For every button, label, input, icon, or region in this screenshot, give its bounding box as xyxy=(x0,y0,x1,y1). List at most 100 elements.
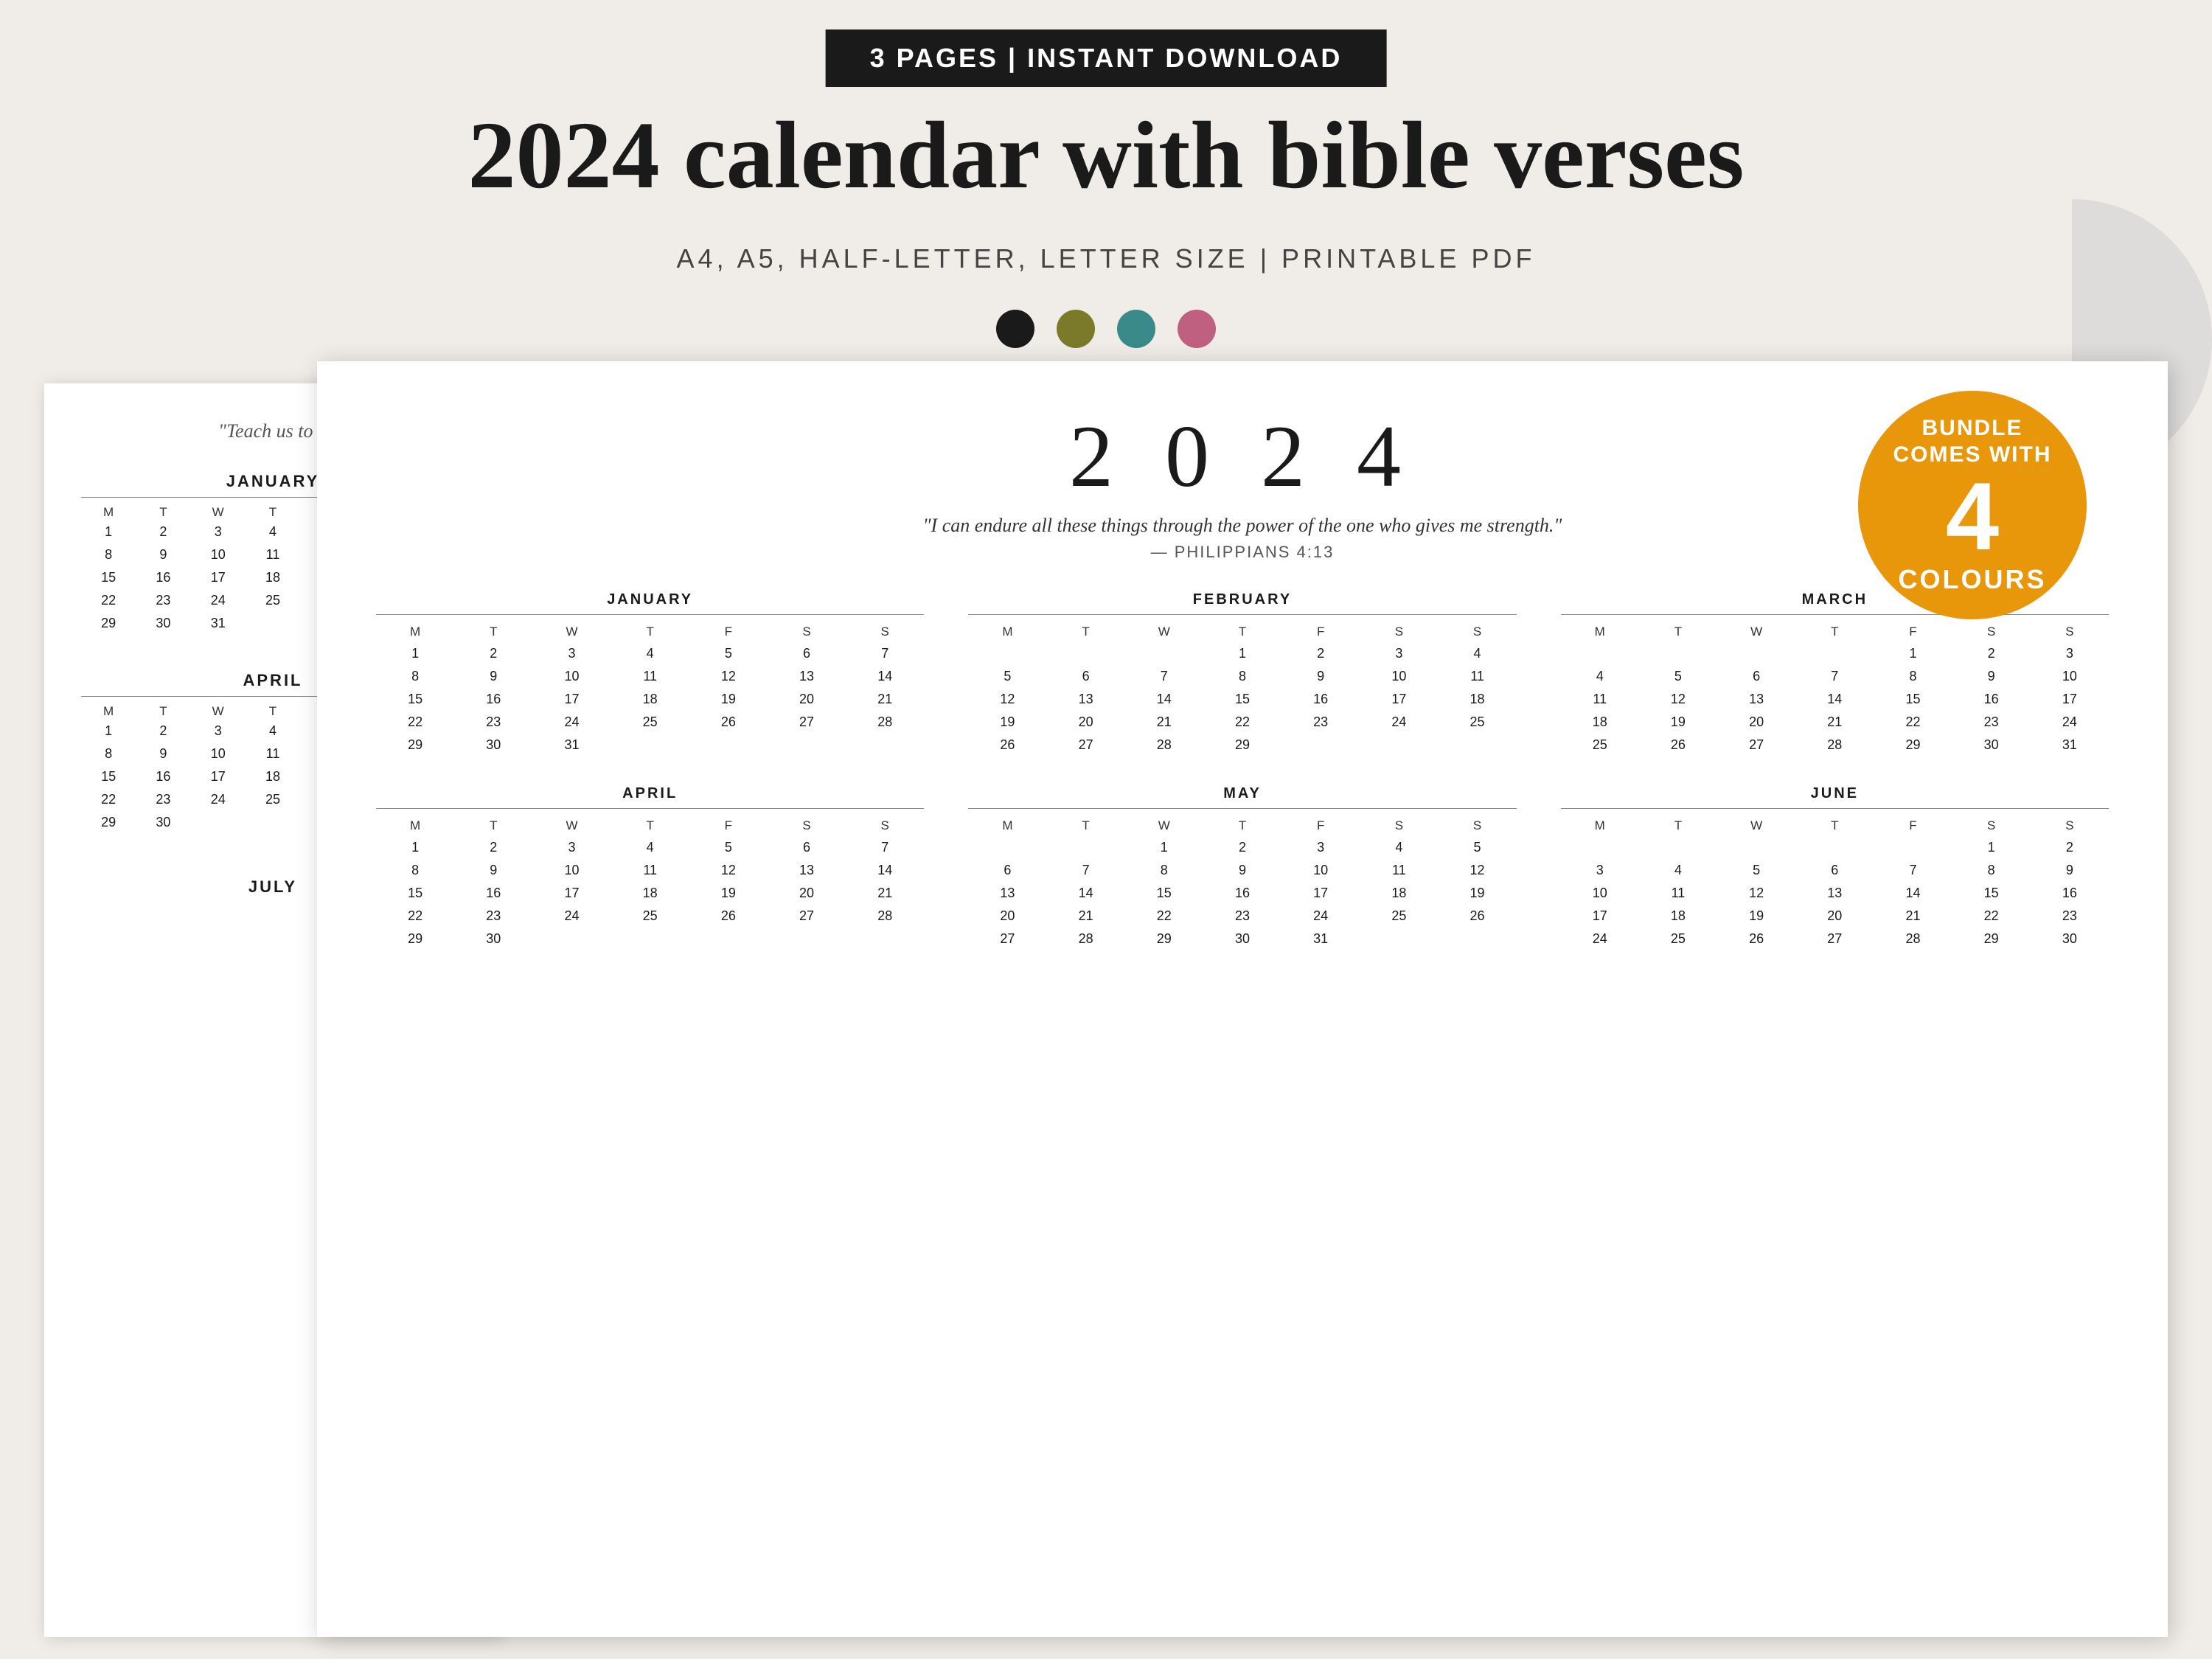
dc: 2 xyxy=(136,521,190,543)
dc: 12 xyxy=(968,689,1046,710)
dc: 23 xyxy=(2031,905,2109,927)
dh: M xyxy=(968,622,1046,641)
dc: 20 xyxy=(768,883,846,904)
dc: 25 xyxy=(1639,928,1717,950)
dc: 16 xyxy=(136,567,190,588)
dc: 10 xyxy=(2031,666,2109,687)
dh: F xyxy=(1874,622,1952,641)
dc: 9 xyxy=(136,743,190,765)
dc: 21 xyxy=(846,883,924,904)
dc: 13 xyxy=(768,666,846,687)
dc: 16 xyxy=(1952,689,2031,710)
dh: S xyxy=(768,622,846,641)
dc: 19 xyxy=(1438,883,1516,904)
dc: 6 xyxy=(1795,860,1874,881)
dc: 25 xyxy=(246,590,300,611)
dc: 1 xyxy=(1952,837,2031,858)
dh: W xyxy=(532,816,611,835)
dh: T xyxy=(454,622,532,641)
dc: 11 xyxy=(1639,883,1717,904)
dh: F xyxy=(1874,816,1952,835)
dc: 9 xyxy=(454,860,532,881)
dc: 28 xyxy=(1125,734,1203,756)
dc: 9 xyxy=(136,544,190,566)
dc: 11 xyxy=(1360,860,1438,881)
dc: 18 xyxy=(611,689,689,710)
dh: W xyxy=(191,505,246,520)
dc: 14 xyxy=(846,860,924,881)
dc: 17 xyxy=(1561,905,1639,927)
dc: 30 xyxy=(1952,734,2031,756)
dc: 25 xyxy=(1438,712,1516,733)
dc: 16 xyxy=(1203,883,1281,904)
dh: M xyxy=(1561,816,1639,835)
dc: 10 xyxy=(532,666,611,687)
dc xyxy=(968,837,1046,858)
dh: M xyxy=(1561,622,1639,641)
dc: 26 xyxy=(689,905,768,927)
dc xyxy=(532,928,611,950)
dh: W xyxy=(191,704,246,719)
dc: 9 xyxy=(2031,860,2109,881)
dc: 13 xyxy=(1795,883,1874,904)
dc: 19 xyxy=(1717,905,1795,927)
dc: 24 xyxy=(532,905,611,927)
dh: S xyxy=(1360,622,1438,641)
month-february: FEBRUARY MTWTFSS 1234 567891011 12131415… xyxy=(968,591,1516,756)
dh: T xyxy=(1047,816,1125,835)
dh: S xyxy=(846,816,924,835)
dc: 22 xyxy=(376,712,454,733)
dc xyxy=(1717,837,1795,858)
dc: 6 xyxy=(768,837,846,858)
dc xyxy=(246,812,300,833)
dc: 29 xyxy=(81,812,136,833)
dc: 8 xyxy=(1874,666,1952,687)
dc: 23 xyxy=(1203,905,1281,927)
dc: 11 xyxy=(1561,689,1639,710)
dc: 21 xyxy=(1125,712,1203,733)
dc: 25 xyxy=(246,789,300,810)
month-january-header: JANUARY xyxy=(376,591,924,615)
dc: 19 xyxy=(689,883,768,904)
dc: 17 xyxy=(1281,883,1360,904)
month-april-grid: MTWTFSS 1234567 891011121314 15161718192… xyxy=(376,816,924,950)
dc: 11 xyxy=(611,666,689,687)
dc: 2 xyxy=(454,643,532,664)
color-dots xyxy=(996,310,1216,348)
dc: 28 xyxy=(1874,928,1952,950)
dc: 30 xyxy=(2031,928,2109,950)
dc: 17 xyxy=(191,567,246,588)
dc xyxy=(1360,928,1438,950)
dc: 18 xyxy=(1360,883,1438,904)
dc: 1 xyxy=(81,720,136,742)
dh: M xyxy=(81,505,136,520)
calendar-year: 2 0 2 4 xyxy=(376,406,2109,507)
dc: 23 xyxy=(1281,712,1360,733)
dc: 13 xyxy=(1717,689,1795,710)
dc: 30 xyxy=(1203,928,1281,950)
dc: 10 xyxy=(191,743,246,765)
dc xyxy=(846,928,924,950)
dc xyxy=(1639,837,1717,858)
dc: 2 xyxy=(2031,837,2109,858)
dc: 5 xyxy=(968,666,1046,687)
dc: 15 xyxy=(376,883,454,904)
month-may-grid: MTWTFSS 12345 6789101112 13141516171819 … xyxy=(968,816,1516,950)
dh: S xyxy=(1952,622,2031,641)
dc xyxy=(689,734,768,756)
dh: T xyxy=(454,816,532,835)
dc: 8 xyxy=(1203,666,1281,687)
dc: 25 xyxy=(611,905,689,927)
dh: M xyxy=(376,816,454,835)
dc: 29 xyxy=(1203,734,1281,756)
dh: S xyxy=(768,816,846,835)
month-june-grid: MTWTFSS 12 3456789 10111213141516 171819… xyxy=(1561,816,2109,950)
month-may: MAY MTWTFSS 12345 6789101112 13141516171… xyxy=(968,785,1516,950)
dc: 11 xyxy=(611,860,689,881)
dh: S xyxy=(1438,622,1516,641)
dc: 8 xyxy=(376,666,454,687)
pages-container: "Teach us to n JANUARY M T W T F S S 123… xyxy=(44,361,2168,1637)
dc: 8 xyxy=(81,544,136,566)
dc: 15 xyxy=(376,689,454,710)
dc: 29 xyxy=(81,613,136,634)
